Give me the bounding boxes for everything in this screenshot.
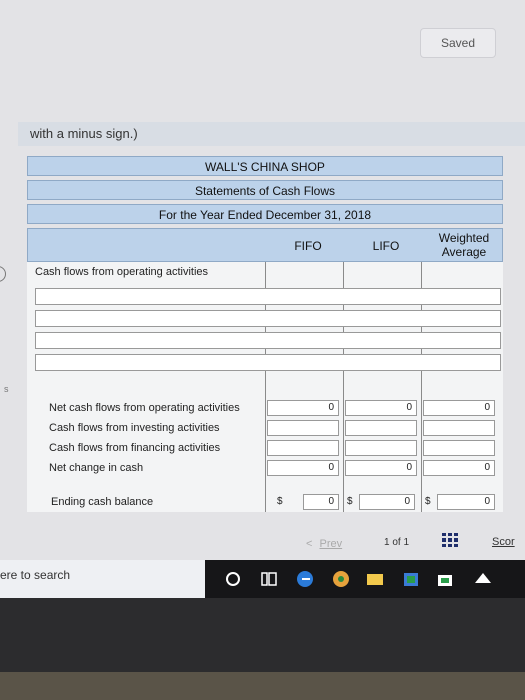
col-lifo: LIFO — [372, 239, 400, 253]
company-name: WALL'S CHINA SHOP — [27, 156, 503, 176]
row-label-net-change: Net change in cash — [49, 462, 144, 474]
chrome-browser-icon[interactable] — [332, 570, 350, 588]
search-placeholder: ere to search — [0, 568, 71, 582]
taskbar: ere to search — [0, 560, 525, 598]
row-label-ending-balance: Ending cash balance — [51, 496, 154, 508]
cell-lifo-net-change[interactable]: 0 — [345, 460, 417, 476]
cell-fifo-ending[interactable]: 0 — [303, 494, 339, 510]
app-icon[interactable] — [474, 570, 492, 588]
cell-fifo-financing[interactable] — [267, 440, 339, 456]
cell-weighted-financing[interactable] — [423, 440, 495, 456]
radio-stub-icon — [0, 266, 6, 282]
ending-dollar-fifo: $ — [277, 496, 283, 507]
cell-lifo-financing[interactable] — [345, 440, 417, 456]
row-label-operating: Net cash flows from operating activities — [49, 402, 240, 414]
monitor-base — [0, 672, 525, 700]
score-link[interactable]: Scor — [492, 536, 515, 548]
shopping-bag-icon[interactable] — [436, 570, 454, 588]
input-row-1[interactable] — [35, 288, 501, 305]
page-count: 1 of 1 — [384, 537, 410, 548]
ending-dollar-weighted: $ — [425, 496, 431, 507]
prev-button[interactable]: < Prev — [306, 532, 366, 556]
ending-dollar-lifo: $ — [347, 496, 353, 507]
grid-icon[interactable] — [442, 533, 458, 547]
taskbar-search[interactable]: ere to search — [0, 560, 205, 598]
instructions-text: with a minus sign.) — [30, 126, 138, 141]
cell-weighted-ending[interactable]: 0 — [437, 494, 495, 510]
section-operating-label: Cash flows from operating activities — [35, 266, 209, 278]
statement-period: For the Year Ended December 31, 2018 — [27, 204, 503, 224]
screen: Saved with a minus sign.) s WALL'S CHINA… — [0, 0, 525, 598]
cell-lifo-investing[interactable] — [345, 420, 417, 436]
stub-text: s — [4, 384, 9, 394]
statement-title: Statements of Cash Flows — [27, 180, 503, 200]
saved-button[interactable]: Saved — [420, 28, 496, 58]
cell-fifo-investing[interactable] — [267, 420, 339, 436]
file-explorer-icon[interactable] — [366, 570, 384, 588]
cell-lifo-operating[interactable]: 0 — [345, 400, 417, 416]
cell-fifo-operating[interactable]: 0 — [267, 400, 339, 416]
task-view-icon[interactable] — [260, 570, 278, 588]
row-label-investing: Cash flows from investing activities — [49, 422, 220, 434]
table-body: Cash flows from operating activities Net… — [27, 262, 503, 512]
col-fifo: FIFO — [294, 239, 322, 253]
input-row-4[interactable] — [35, 354, 501, 371]
store-icon[interactable] — [402, 570, 420, 588]
cell-lifo-ending[interactable]: 0 — [359, 494, 415, 510]
edge-browser-icon[interactable] — [296, 570, 314, 588]
input-row-3[interactable] — [35, 332, 501, 349]
prev-label: Prev — [319, 538, 343, 550]
row-label-financing: Cash flows from financing activities — [49, 442, 221, 454]
cell-fifo-net-change[interactable]: 0 — [267, 460, 339, 476]
cell-weighted-operating[interactable]: 0 — [423, 400, 495, 416]
chevron-left-icon: < — [306, 538, 313, 550]
cortana-icon[interactable] — [224, 570, 242, 588]
cell-weighted-net-change[interactable]: 0 — [423, 460, 495, 476]
cell-weighted-investing[interactable] — [423, 420, 495, 436]
col-weighted-average: Weighted Average — [438, 231, 490, 259]
input-row-2[interactable] — [35, 310, 501, 327]
column-header-row: FIFO LIFO Weighted Average — [27, 228, 503, 262]
